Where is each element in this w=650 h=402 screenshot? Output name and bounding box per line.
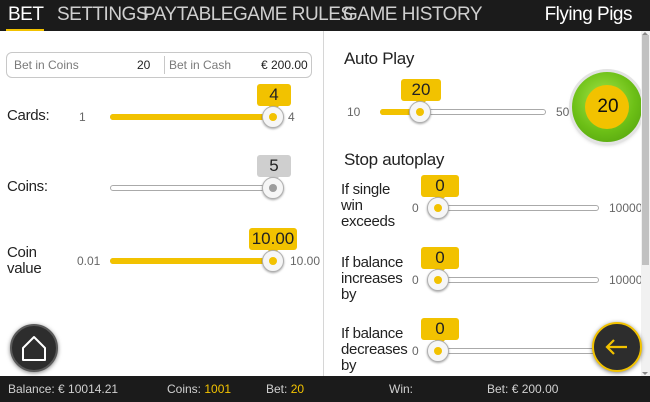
bet-status: Bet: 20 xyxy=(266,382,304,396)
coin-value-max: 10.00 xyxy=(290,254,321,268)
balance-increases-slider-track[interactable] xyxy=(433,277,599,283)
single-win-slider-track[interactable] xyxy=(433,205,599,211)
win-status: Win: xyxy=(389,382,413,396)
home-icon xyxy=(22,336,46,361)
scroll-down-arrow[interactable] xyxy=(642,372,648,375)
bet-settings-panel xyxy=(0,31,650,376)
coins-status-label: Coins: xyxy=(167,382,202,396)
coin-value-label: Coin value xyxy=(7,244,42,277)
cards-value-bubble: 4 xyxy=(257,84,291,111)
bet-cash-status-label: Bet: xyxy=(487,382,509,396)
bet-status-value: 20 xyxy=(290,382,305,396)
balance-increases-label: If balance increases by xyxy=(341,254,404,303)
single-win-max: 10000 xyxy=(609,201,643,215)
cards-label: Cards: xyxy=(7,107,50,124)
bet-in-cash-value: € 200.00 xyxy=(261,58,308,72)
tab-bet[interactable]: BET xyxy=(8,4,44,26)
single-win-slider-knob[interactable] xyxy=(427,197,449,219)
start-autoplay-button[interactable]: 20 xyxy=(572,72,642,142)
balance-decreases-slider-knob[interactable] xyxy=(427,340,449,362)
coins-status-value: 1001 xyxy=(204,382,232,396)
game-title: Flying Pigs xyxy=(544,4,633,25)
cards-min: 1 xyxy=(79,110,86,124)
auto-play-value-bubble: 20 xyxy=(401,79,441,106)
single-win-min: 0 xyxy=(412,201,419,215)
autoplay-count: 20 xyxy=(597,96,619,117)
balance-value: € 10014.21 xyxy=(58,382,119,396)
balance-label: Balance: xyxy=(8,382,55,396)
single-win-value-bubble: 0 xyxy=(421,175,459,202)
auto-play-min: 10 xyxy=(347,105,361,119)
status-bar: Balance: € 10014.21 Coins: 1001 Bet: 20 … xyxy=(0,376,650,402)
bet-status-label: Bet: xyxy=(266,382,288,396)
auto-play-max: 50 xyxy=(556,105,570,119)
bet-in-coins-value: 20 xyxy=(137,58,151,72)
coins-slider-track[interactable] xyxy=(110,185,272,191)
arrow-left-icon xyxy=(605,339,627,355)
cards-slider-fill xyxy=(110,114,272,120)
coin-value-slider-fill xyxy=(110,258,272,264)
balance-increases-value-bubble: 0 xyxy=(421,247,459,274)
bet-box-separator xyxy=(164,56,165,74)
balance-status: Balance: € 10014.21 xyxy=(8,382,118,396)
home-button[interactable] xyxy=(10,324,58,372)
tab-game-rules[interactable]: GAME RULES xyxy=(233,4,353,26)
bet-cash-status-value: € 200.00 xyxy=(511,382,559,396)
column-divider xyxy=(323,31,324,376)
coins-slider-knob[interactable] xyxy=(262,177,284,199)
tab-game-history[interactable]: GAME HISTORY xyxy=(343,4,483,26)
bet-in-coins-label: Bet in Coins xyxy=(14,58,79,72)
panel-scrollbar[interactable] xyxy=(641,31,650,376)
balance-decreases-label: If balance decreases by xyxy=(341,325,408,374)
coin-value-min: 0.01 xyxy=(77,254,101,268)
tab-paytable[interactable]: PAYTABLE xyxy=(143,4,233,26)
balance-decreases-value-bubble: 0 xyxy=(421,318,459,345)
balance-increases-min: 0 xyxy=(412,273,419,287)
balance-decreases-slider-track[interactable] xyxy=(433,348,599,354)
coins-label: Coins: xyxy=(7,178,48,195)
auto-play-slider-knob[interactable] xyxy=(409,101,431,123)
coin-value-bubble: 10.00 xyxy=(249,228,297,255)
cards-slider-knob[interactable] xyxy=(262,106,284,128)
win-status-label: Win: xyxy=(389,382,413,396)
bet-cash-status: Bet: € 200.00 xyxy=(487,382,558,396)
bet-summary-box: Bet in Coins 20 Bet in Cash € 200.00 xyxy=(6,52,312,78)
coins-status: Coins: 1001 xyxy=(167,382,231,396)
cards-max: 4 xyxy=(288,110,295,124)
single-win-label: If single win exceeds xyxy=(341,181,395,230)
top-tab-bar: BET SETTINGS PAYTABLE GAME RULES GAME HI… xyxy=(0,0,650,31)
bet-in-cash-label: Bet in Cash xyxy=(169,58,232,72)
coins-value-bubble: 5 xyxy=(257,155,291,182)
coin-value-slider-knob[interactable] xyxy=(262,250,284,272)
scrollbar-thumb[interactable] xyxy=(642,35,649,265)
balance-decreases-min: 0 xyxy=(412,344,419,358)
balance-increases-max: 10000 xyxy=(609,273,643,287)
tab-settings[interactable]: SETTINGS xyxy=(57,4,149,26)
auto-play-title: Auto Play xyxy=(344,49,415,68)
back-button[interactable] xyxy=(592,322,642,372)
balance-increases-slider-knob[interactable] xyxy=(427,269,449,291)
stop-autoplay-title: Stop autoplay xyxy=(344,150,445,169)
